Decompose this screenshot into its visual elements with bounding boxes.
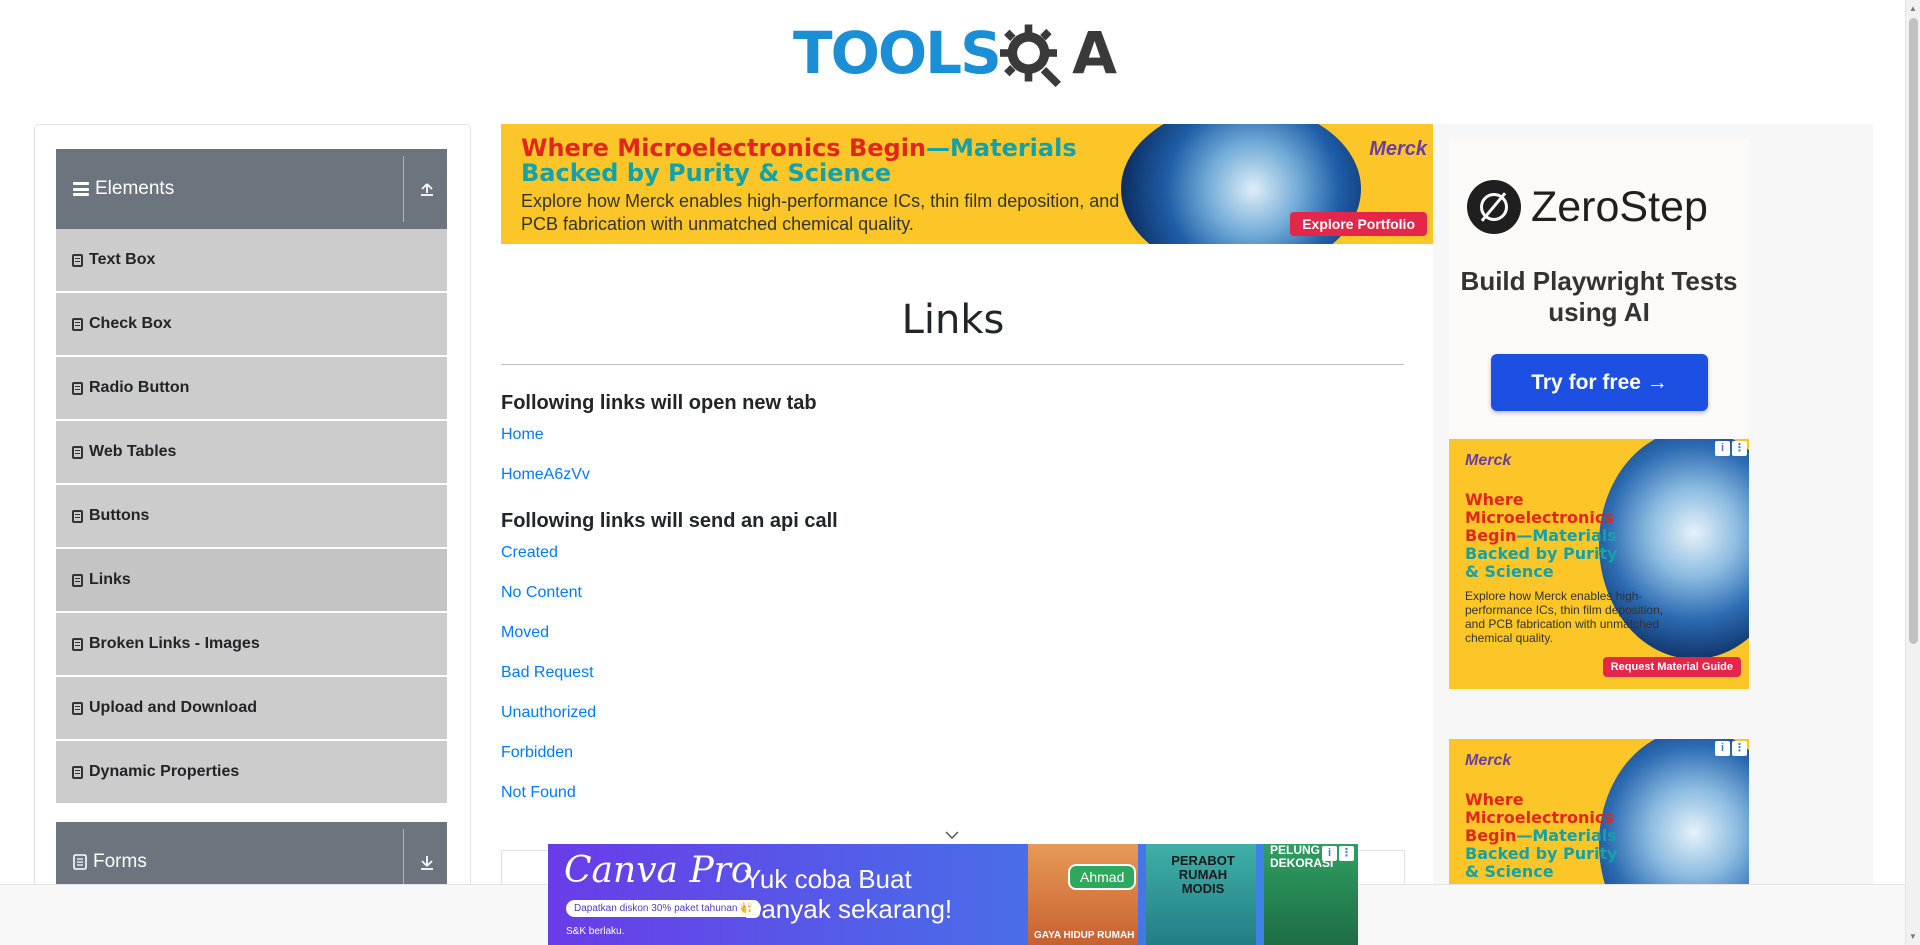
top-banner-ad[interactable]: Where Microelectronics Begin—Materials B… [501,124,1433,244]
form-icon [73,854,87,870]
link-home-dynamic[interactable]: HomeA6zVv [501,455,1405,495]
section-title-new-tab: Following links will open new tab [501,392,817,414]
ad-cta-button[interactable]: Request Material Guide [1602,657,1741,677]
zerostep-tagline: Build Playwright Tests using AI [1460,266,1738,327]
menu-item-web-tables[interactable]: Web Tables [56,421,447,483]
canva-headline: Yuk coba Buat Banyak sekarang! [744,864,953,924]
ad-headline: Where Microelectronics Begin—Materials B… [521,134,1077,187]
toolsqa-logo[interactable]: TOOLS A [793,14,1117,92]
menu-item-label: Check Box [89,315,172,332]
more-options-icon[interactable]: ⋮ [1732,441,1747,456]
right-ad-column: ZeroStep Build Playwright Tests using AI… [1433,124,1873,945]
document-icon [72,445,83,459]
menu-item-label: Radio Button [89,379,190,396]
document-icon [72,253,83,267]
zerostep-mark-icon [1467,180,1521,234]
ad-brand: Merck [1465,752,1512,769]
scrollbar-thumb[interactable] [1909,18,1918,644]
canva-tile-caption: PERABOT RUMAH MODIS [1171,853,1235,896]
menu-item-label: Text Box [89,251,156,268]
vertical-scrollbar[interactable]: ▲ ▼ [1905,0,1920,945]
canva-bottom-ad[interactable]: Canva Pro Dapatkan diskon 30% paket tahu… [548,844,1358,945]
group-label: Elements [95,178,175,199]
expand-down-icon[interactable] [417,852,437,872]
document-icon [72,509,83,523]
link-unauthorized[interactable]: Unauthorized [501,693,1405,733]
ad-brand: Merck [1465,452,1512,469]
section-title-api-call: Following links will send an api call [501,510,838,532]
divider [403,156,404,222]
menu-item-buttons[interactable]: Buttons [56,485,447,547]
ad-brand: Merck [1369,138,1427,160]
info-icon[interactable]: i [1715,441,1730,456]
logo-text-qa: A [1072,19,1117,87]
menu-item-label: Links [89,571,131,588]
menu-item-dynamic-properties[interactable]: Dynamic Properties [56,741,447,803]
elements-menu: Text Box Check Box Radio Button Web Tabl… [56,229,447,805]
chevron-down-icon[interactable] [944,830,960,840]
canva-brand: Canva Pro [564,850,753,891]
info-icon[interactable]: i [1322,846,1337,861]
menu-item-radio-button[interactable]: Radio Button [56,357,447,419]
info-icon[interactable]: i [1715,741,1730,756]
logo-text: TOOLS [793,19,1002,87]
zerostep-ad[interactable]: ZeroStep Build Playwright Tests using AI… [1449,138,1749,438]
document-icon [72,317,83,331]
more-options-icon[interactable]: ⋮ [1339,846,1354,861]
scroll-up-arrow-icon[interactable]: ▲ [1909,4,1917,13]
menu-item-upload-download[interactable]: Upload and Download [56,677,447,739]
try-for-free-button[interactable]: Try for free → [1491,354,1708,411]
ad-choices[interactable]: i ⋮ [1715,441,1747,456]
menu-item-label: Web Tables [89,443,177,460]
group-header-elements[interactable]: Elements [56,149,447,229]
menu-item-label: Buttons [89,507,150,524]
merck-side-ad-1[interactable]: Merck Where Microelectronics Begin—Mater… [1449,439,1749,689]
link-bad-request[interactable]: Bad Request [501,653,1405,693]
gear-magnifier-icon [999,24,1061,88]
scroll-down-arrow-icon[interactable]: ▼ [1909,932,1917,941]
group-label: Forms [93,851,147,872]
document-icon [72,765,83,779]
ad-body: Explore how Merck enables high-performan… [1465,589,1664,645]
menu-item-broken-links[interactable]: Broken Links - Images [56,613,447,675]
site-header: TOOLS A [0,0,1905,118]
more-options-icon[interactable]: ⋮ [1732,741,1747,756]
collapse-up-icon[interactable] [417,179,437,199]
sidebar: Elements Text Box Check Box Radio Button… [34,124,471,945]
main-content: Links Following links will open new tab … [501,244,1405,813]
menu-item-label: Upload and Download [89,699,257,716]
link-home[interactable]: Home [501,415,1405,455]
zerostep-name: ZeroStep [1531,182,1708,231]
link-forbidden[interactable]: Forbidden [501,733,1405,773]
canva-promo: Dapatkan diskon 30% paket tahunan 👑 [566,900,761,917]
link-no-content[interactable]: No Content [501,573,1405,613]
page-title: Links [901,297,1005,343]
menu-item-label: Broken Links - Images [89,635,260,652]
ad-headline: Where Microelectronics Begin—Materials B… [1465,490,1618,581]
zerostep-logo: ZeroStep [1467,180,1708,234]
title-divider [501,364,1404,365]
ad-body: Explore how Merck enables high-performan… [521,191,1120,234]
menu-item-label: Dynamic Properties [89,763,240,780]
menu-item-text-box[interactable]: Text Box [56,229,447,291]
link-not-found[interactable]: Not Found [501,773,1405,813]
canva-name-pill: Ahmad [1068,864,1137,890]
menu-item-links[interactable]: Links [56,549,447,611]
link-created[interactable]: Created [501,533,1405,573]
hamburger-icon [73,182,89,196]
ad-choices[interactable]: i ⋮ [1322,846,1354,861]
link-moved[interactable]: Moved [501,613,1405,653]
ad-choices[interactable]: i ⋮ [1715,741,1747,756]
document-icon [72,573,83,587]
ad-cta-button[interactable]: Explore Portfolio [1290,212,1427,236]
canva-tile-footer: GAYA HIDUP RUMAH [1034,930,1135,941]
ad-headline: Where Microelectronics Begin—Materials B… [1465,790,1618,881]
menu-item-check-box[interactable]: Check Box [56,293,447,355]
document-icon [72,637,83,651]
document-icon [72,701,83,715]
canva-fine-print: S&K berlaku. [566,926,625,937]
document-icon [72,381,83,395]
